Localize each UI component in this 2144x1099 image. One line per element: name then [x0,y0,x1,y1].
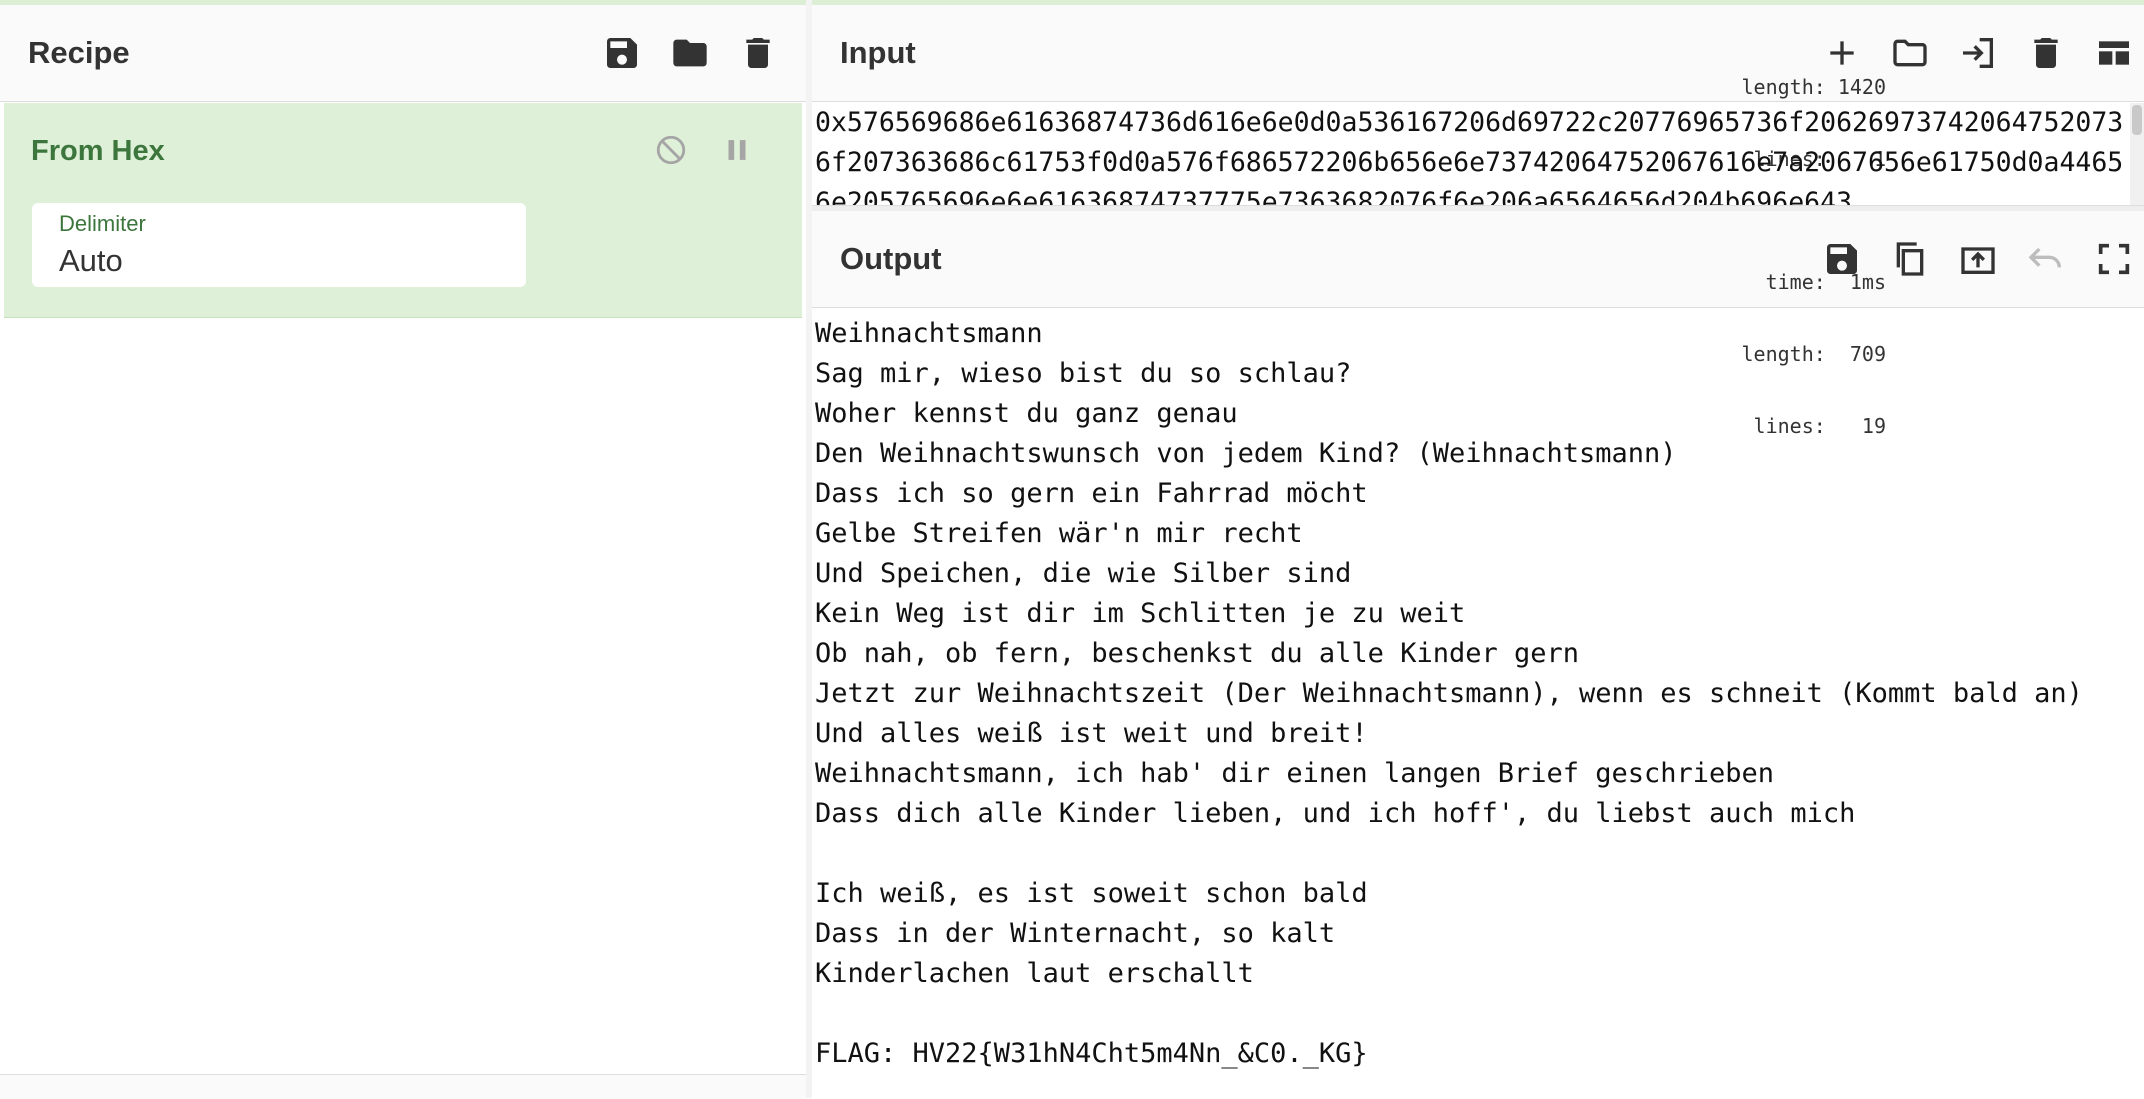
recipe-header: Recipe [0,5,806,102]
input-scroll-thumb[interactable] [2132,105,2142,135]
recipe-title: Recipe [28,35,130,70]
pause-icon[interactable] [710,123,764,177]
recipe-bottom-bar [0,1074,806,1099]
input-title: Input [840,35,916,70]
open-folder-icon[interactable] [1880,23,1940,83]
recipe-pane: Recipe From Hex Delimiter Auto [0,5,807,1099]
output-header-icons [1812,211,2144,307]
input-pane: Input length: 1420 lines: 1 0x576569686e… [812,5,2144,210]
output-pane: Output time: 1ms length: 709 lines: 19 W… [812,211,2144,1098]
operation-from-hex[interactable]: From Hex Delimiter Auto [4,103,802,318]
output-header: Output time: 1ms length: 709 lines: 19 [812,211,2144,438]
input-header: Input length: 1420 lines: 1 [812,5,2144,171]
output-text[interactable]: Weihnachtsmann Sag mir, wieso bist du so… [815,314,2135,1074]
operation-icons [644,123,764,177]
input-scrollbar[interactable] [2130,103,2144,210]
delimiter-value[interactable]: Auto [59,243,123,279]
disable-icon[interactable] [644,123,698,177]
copy-icon[interactable] [1880,229,1940,289]
trash-icon[interactable] [2016,23,2076,83]
load-icon[interactable] [1948,23,2008,83]
fullscreen-icon[interactable] [2084,229,2144,289]
output-title: Output [840,241,942,276]
input-textarea[interactable]: 0x576569686e61636874736d616e6e0d0a536167… [812,103,2133,210]
trash-icon[interactable] [728,23,788,83]
input-header-icons [1812,5,2144,101]
add-icon[interactable] [1812,23,1872,83]
folder-icon[interactable] [660,23,720,83]
recipe-header-icons [592,5,788,101]
delimiter-field[interactable]: Delimiter Auto [32,203,526,287]
replace-input-icon[interactable] [1948,229,2008,289]
undo-icon[interactable] [2016,229,2076,289]
save-icon[interactable] [592,23,652,83]
save-icon[interactable] [1812,229,1872,289]
operation-title: From Hex [31,135,165,167]
layout-icon[interactable] [2084,23,2144,83]
delimiter-label: Delimiter [59,211,146,236]
